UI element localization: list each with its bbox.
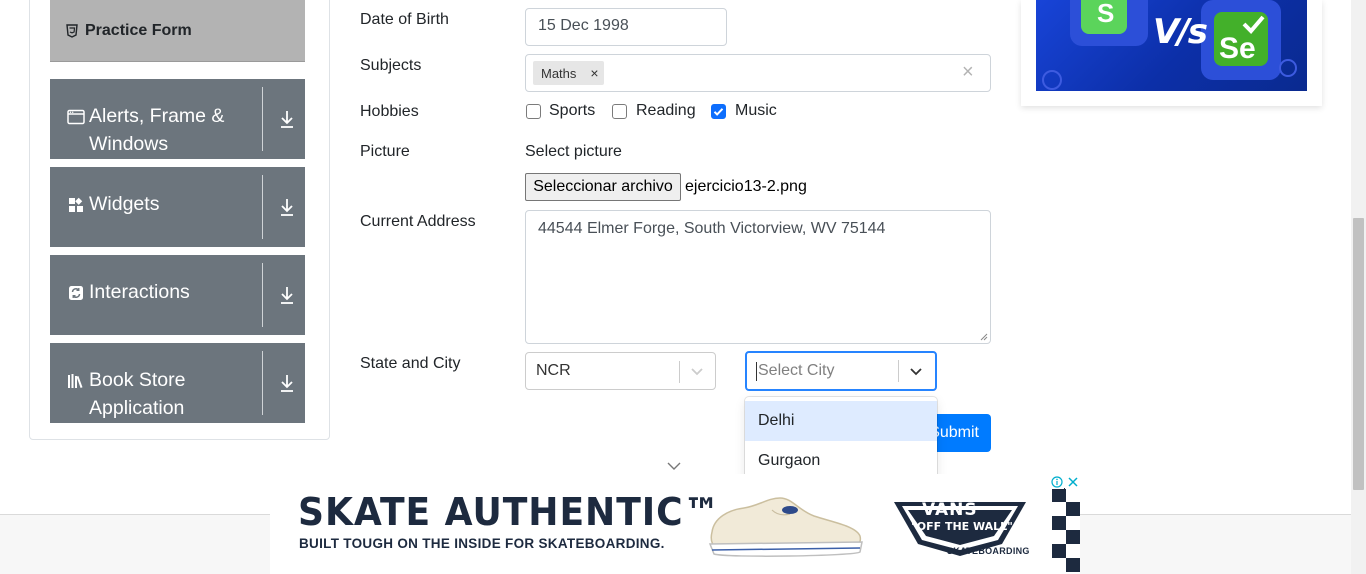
subject-chip: Maths ×: [533, 61, 604, 85]
dob-input[interactable]: 15 Dec 1998: [525, 8, 727, 46]
vans-subtext: SKATEBOARDING: [947, 546, 1030, 556]
chip-remove-icon[interactable]: ×: [585, 65, 604, 81]
picture-label: Picture: [360, 143, 410, 160]
sidebar-group-label: Interactions: [89, 281, 190, 303]
chevron-down-icon[interactable]: [908, 363, 924, 384]
interactions-icon: [67, 284, 85, 302]
sidebar-group-label: Application: [89, 397, 185, 419]
subject-chip-label: Maths: [541, 65, 577, 81]
window-icon: [67, 108, 85, 126]
download-arrow-icon[interactable]: [277, 284, 297, 306]
scrollbar-thumb[interactable]: [1353, 218, 1364, 490]
ad-subline: BUILT TOUGH ON THE INSIDE FOR SKATEBOARD…: [299, 536, 665, 551]
chevron-down-icon[interactable]: [689, 363, 705, 384]
vans-brand-text: VANS: [922, 500, 978, 520]
top-ad-banner[interactable]: S V/s Se: [1036, 0, 1307, 91]
hobbies-label: Hobbies: [360, 103, 419, 120]
sidebar-group-label: Widgets: [89, 193, 160, 215]
shoe-image: [708, 497, 863, 557]
clear-icon[interactable]: ×: [962, 61, 974, 84]
select-picture-text: Select picture: [525, 143, 622, 160]
vans-tagline-text: "OFF THE WALL": [911, 520, 1013, 533]
ad-info-icon[interactable]: [1049, 474, 1064, 489]
download-arrow-icon[interactable]: [277, 372, 297, 394]
html5-icon: [66, 23, 78, 38]
checkerboard-pattern: [1052, 488, 1080, 572]
address-value: 44544 Elmer Forge, South Victorview, WV …: [538, 220, 886, 237]
divider: [262, 87, 263, 151]
divider: [262, 175, 263, 239]
sports-checkbox[interactable]: [526, 104, 541, 119]
sidebar-group-interactions[interactable]: Interactions: [50, 255, 305, 335]
selenium-logo-text: Se: [1219, 32, 1256, 65]
separator: [898, 360, 899, 382]
sidebar-group-alerts-frame-windows[interactable]: Alerts, Frame & Windows: [50, 79, 305, 159]
separator: [679, 361, 680, 383]
music-checkbox[interactable]: [711, 104, 726, 119]
divider: [262, 263, 263, 327]
sports-label[interactable]: Sports: [549, 102, 595, 120]
state-select[interactable]: NCR: [525, 352, 716, 390]
ad-headline: SKATE AUTHENTIC™: [298, 490, 721, 534]
music-label[interactable]: Music: [735, 102, 777, 120]
sidebar-group-label: Alerts, Frame &: [89, 105, 225, 127]
widgets-icon: [67, 196, 85, 214]
current-address-textarea[interactable]: 44544 Elmer Forge, South Victorview, WV …: [525, 210, 991, 344]
reading-checkbox[interactable]: [612, 104, 627, 119]
sidebar-group-book-store[interactable]: Book Store Application: [50, 343, 305, 423]
file-name: ejercicio13-2.png: [685, 178, 807, 195]
current-address-label: Current Address: [360, 213, 476, 230]
sidebar-group-label: Book Store: [89, 369, 186, 391]
sidebar-item-label: Practice Form: [85, 21, 192, 39]
choose-file-button[interactable]: Seleccionar archivo: [525, 173, 681, 201]
state-value: NCR: [536, 362, 571, 379]
reading-label[interactable]: Reading: [636, 102, 696, 120]
check-icon: [713, 108, 724, 116]
svg-text:S: S: [1097, 0, 1114, 28]
city-option-delhi[interactable]: Delhi: [745, 401, 937, 441]
dob-value: 15 Dec 1998: [538, 17, 629, 34]
bottom-ad-banner[interactable]: SKATE AUTHENTIC™ BUILT TOUGH ON THE INSI…: [270, 474, 1080, 574]
download-arrow-icon[interactable]: [277, 196, 297, 218]
books-icon: [67, 372, 85, 390]
sidebar-group-widgets[interactable]: Widgets: [50, 167, 305, 247]
divider: [262, 351, 263, 415]
text-cursor: [756, 362, 757, 381]
state-city-label: State and City: [360, 355, 461, 372]
resize-handle-icon[interactable]: [980, 333, 988, 341]
city-select[interactable]: Select City: [745, 351, 937, 391]
sidebar-group-label: Windows: [89, 133, 169, 155]
subjects-label: Subjects: [360, 57, 422, 74]
dob-label: Date of Birth: [360, 11, 449, 28]
vs-text: V/s: [1153, 12, 1208, 52]
ad-close-icon[interactable]: [1065, 474, 1080, 489]
city-placeholder: Select City: [758, 362, 835, 379]
download-arrow-icon[interactable]: [277, 108, 297, 130]
sidebar-item-practice-form[interactable]: Practice Form: [50, 0, 305, 62]
